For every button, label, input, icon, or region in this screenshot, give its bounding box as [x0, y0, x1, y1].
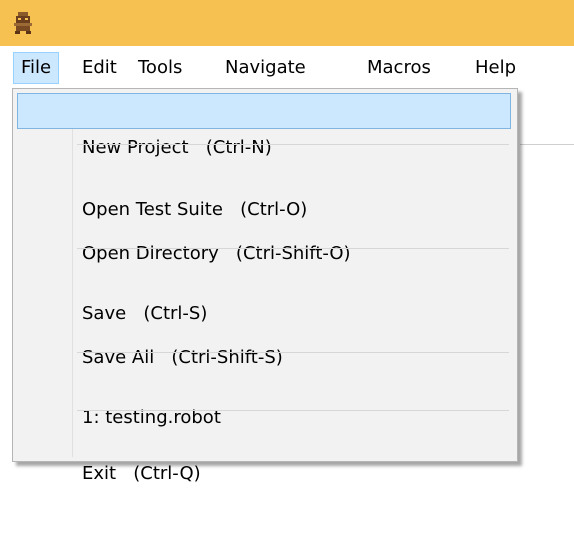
menu-edit[interactable]: Edit [74, 53, 125, 83]
menu-bar: File Edit Tools Navigate Macros Help [0, 46, 574, 91]
menu-item-new-project[interactable]: New Project (Ctrl-N) [17, 93, 511, 158]
menu-separator [77, 144, 509, 145]
menu-item-open-test-suite[interactable]: Open Test Suite (Ctrl-O) [17, 156, 511, 220]
robot-app-icon [14, 12, 32, 34]
menu-navigate[interactable]: Navigate [217, 53, 314, 83]
menu-separator [77, 410, 509, 411]
menu-item-exit[interactable]: Exit (Ctrl-Q) [17, 420, 511, 484]
menu-item-open-directory[interactable]: Open Directory (Ctrl-Shift-O) [17, 200, 511, 264]
menu-item-save[interactable]: Save (Ctrl-S) [17, 260, 511, 324]
menu-help[interactable]: Help [467, 53, 524, 83]
menu-macros[interactable]: Macros [359, 53, 439, 83]
title-bar [0, 0, 574, 46]
app-window: File Edit Tools Navigate Macros Help New… [0, 0, 574, 558]
menu-item-label: Exit (Ctrl-Q) [82, 463, 201, 484]
menu-file[interactable]: File [13, 52, 60, 84]
menu-separator [77, 248, 509, 249]
menu-item-recent-file[interactable]: 1: testing.robot [17, 364, 511, 428]
file-menu-dropdown: New Project (Ctrl-N) Open Test Suite (Ct… [12, 88, 518, 484]
menu-item-save-all[interactable]: Save All (Ctrl-Shift-S) [17, 304, 511, 368]
toolbar-divider [520, 144, 574, 145]
menu-tools[interactable]: Tools [130, 53, 190, 83]
menu-separator [77, 352, 509, 353]
